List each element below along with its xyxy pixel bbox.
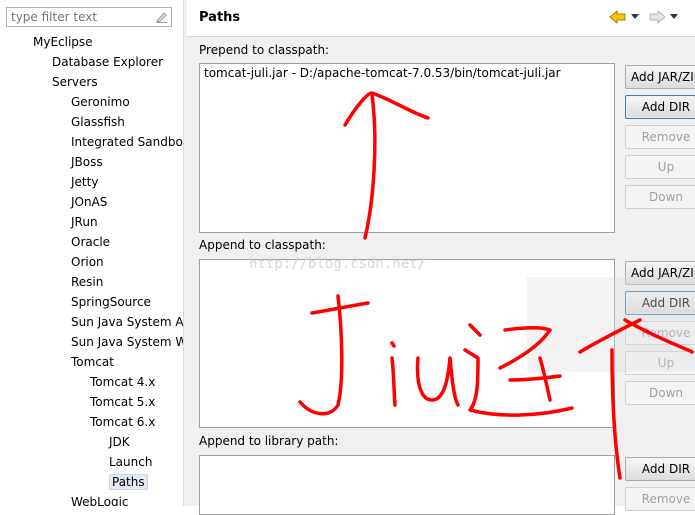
tree-item[interactable]: Tomcat <box>71 352 114 372</box>
tree-item[interactable]: Tomcat 6.x <box>90 412 155 432</box>
tree-item-label: SpringSource <box>71 295 151 309</box>
tree-item[interactable]: JDK <box>109 432 130 452</box>
tree-item[interactable]: Tomcat 5.x <box>90 392 155 412</box>
filter-field[interactable] <box>6 7 172 27</box>
tree-item-label: MyEclipse <box>33 35 93 49</box>
tree-item-label: JRun <box>71 215 98 229</box>
prepend-classpath-list[interactable]: tomcat-juli.jar - D:/apache-tomcat-7.0.5… <box>199 63 615 233</box>
preferences-tree-panel: MyEclipse Database Explorer Servers Geronim… <box>0 0 183 506</box>
tree-item-label: Tomcat 4.x <box>90 375 156 389</box>
tree-item[interactable]: Servers <box>52 72 98 92</box>
tree-item-label: Sun Java System W <box>71 335 183 349</box>
page-title: Paths <box>199 10 241 25</box>
tree-item[interactable]: Sun Java System A <box>71 312 183 332</box>
back-history-dropdown-icon[interactable] <box>631 12 639 20</box>
tree-item[interactable]: WebLogic <box>71 492 129 506</box>
tree-item-label: JDK <box>109 435 130 449</box>
tree-item[interactable]: JRun <box>71 212 98 232</box>
tree-item[interactable]: JBoss <box>71 152 103 172</box>
library-remove-button[interactable]: Remove <box>625 487 695 511</box>
tree-item[interactable]: Database Explorer <box>52 52 163 72</box>
forward-arrow-icon[interactable] <box>648 10 666 24</box>
tree-item-label: Servers <box>52 75 98 89</box>
tree-item-label: Integrated Sandbo <box>71 135 183 149</box>
forward-history-dropdown-icon[interactable] <box>670 12 678 20</box>
append-down-button[interactable]: Down <box>625 381 695 405</box>
tree-item[interactable]: Resin <box>71 272 103 292</box>
tree-item[interactable]: Tomcat 4.x <box>90 372 155 392</box>
tree-item-label: Database Explorer <box>52 55 164 69</box>
tree-item[interactable]: Geronimo <box>71 92 130 112</box>
tree-item[interactable]: Oracle <box>71 232 110 252</box>
tree-item[interactable]: Jetty <box>71 172 98 192</box>
library-path-list[interactable] <box>199 455 615 515</box>
tree-item-label: Sun Java System A <box>71 315 183 329</box>
tree-item-label: Glassfish <box>71 115 125 129</box>
tree-item[interactable]: Glassfish <box>71 112 125 132</box>
tree-item-label: Jetty <box>71 175 99 189</box>
tree-item[interactable]: SpringSource <box>71 292 151 312</box>
tree-item-label: Orion <box>71 255 104 269</box>
tree-item-label: JOnAS <box>71 195 108 209</box>
tree-item-label: Resin <box>71 275 104 289</box>
tree-item-label: Paths <box>109 474 148 490</box>
watermark-text: http://blog.csdn.net/ <box>249 256 427 272</box>
paths-page: Paths Prepend to classpath: tomcat-juli.… <box>187 0 695 515</box>
tree-item[interactable]: MyEclipse <box>33 32 93 52</box>
tree-item-label: WebLogic <box>71 495 129 506</box>
tree-item-label: Oracle <box>71 235 111 249</box>
watermark-badge <box>527 277 695 372</box>
page-header: Paths <box>187 0 695 37</box>
tree-item[interactable]: Paths <box>109 472 148 492</box>
filter-input[interactable] <box>7 8 151 26</box>
tree-item[interactable]: JOnAS <box>71 192 107 212</box>
tree-item-label: Tomcat <box>71 355 114 369</box>
tree-item-label: JBoss <box>71 155 103 169</box>
clear-filter-icon[interactable] <box>154 10 168 24</box>
tree-item-label: Tomcat 5.x <box>90 395 156 409</box>
tree-item-label: Launch <box>109 455 153 469</box>
prepend-add-jar-button[interactable]: Add JAR/ZIP <box>625 65 695 89</box>
library-path-label: Append to library path: <box>199 434 339 448</box>
tree-item-label: Tomcat 6.x <box>90 415 156 429</box>
tree-item[interactable]: Launch <box>109 452 152 472</box>
library-add-dir-button[interactable]: Add DIR <box>625 457 695 481</box>
prepend-add-dir-button[interactable]: Add DIR <box>625 95 695 119</box>
prepend-remove-button[interactable]: Remove <box>625 125 695 149</box>
tree-item[interactable]: Sun Java System W <box>71 332 183 352</box>
prepend-up-button[interactable]: Up <box>625 155 695 179</box>
tree-item[interactable]: Integrated Sandbo <box>71 132 183 152</box>
tree-item[interactable]: Orion <box>71 252 104 272</box>
prepend-down-button[interactable]: Down <box>625 185 695 209</box>
tree-item-label: Geronimo <box>71 95 130 109</box>
list-item[interactable]: tomcat-juli.jar - D:/apache-tomcat-7.0.5… <box>200 64 614 82</box>
prepend-classpath-label: Prepend to classpath: <box>199 43 330 57</box>
append-classpath-label: Append to classpath: <box>199 238 326 252</box>
back-arrow-icon[interactable] <box>609 10 627 24</box>
